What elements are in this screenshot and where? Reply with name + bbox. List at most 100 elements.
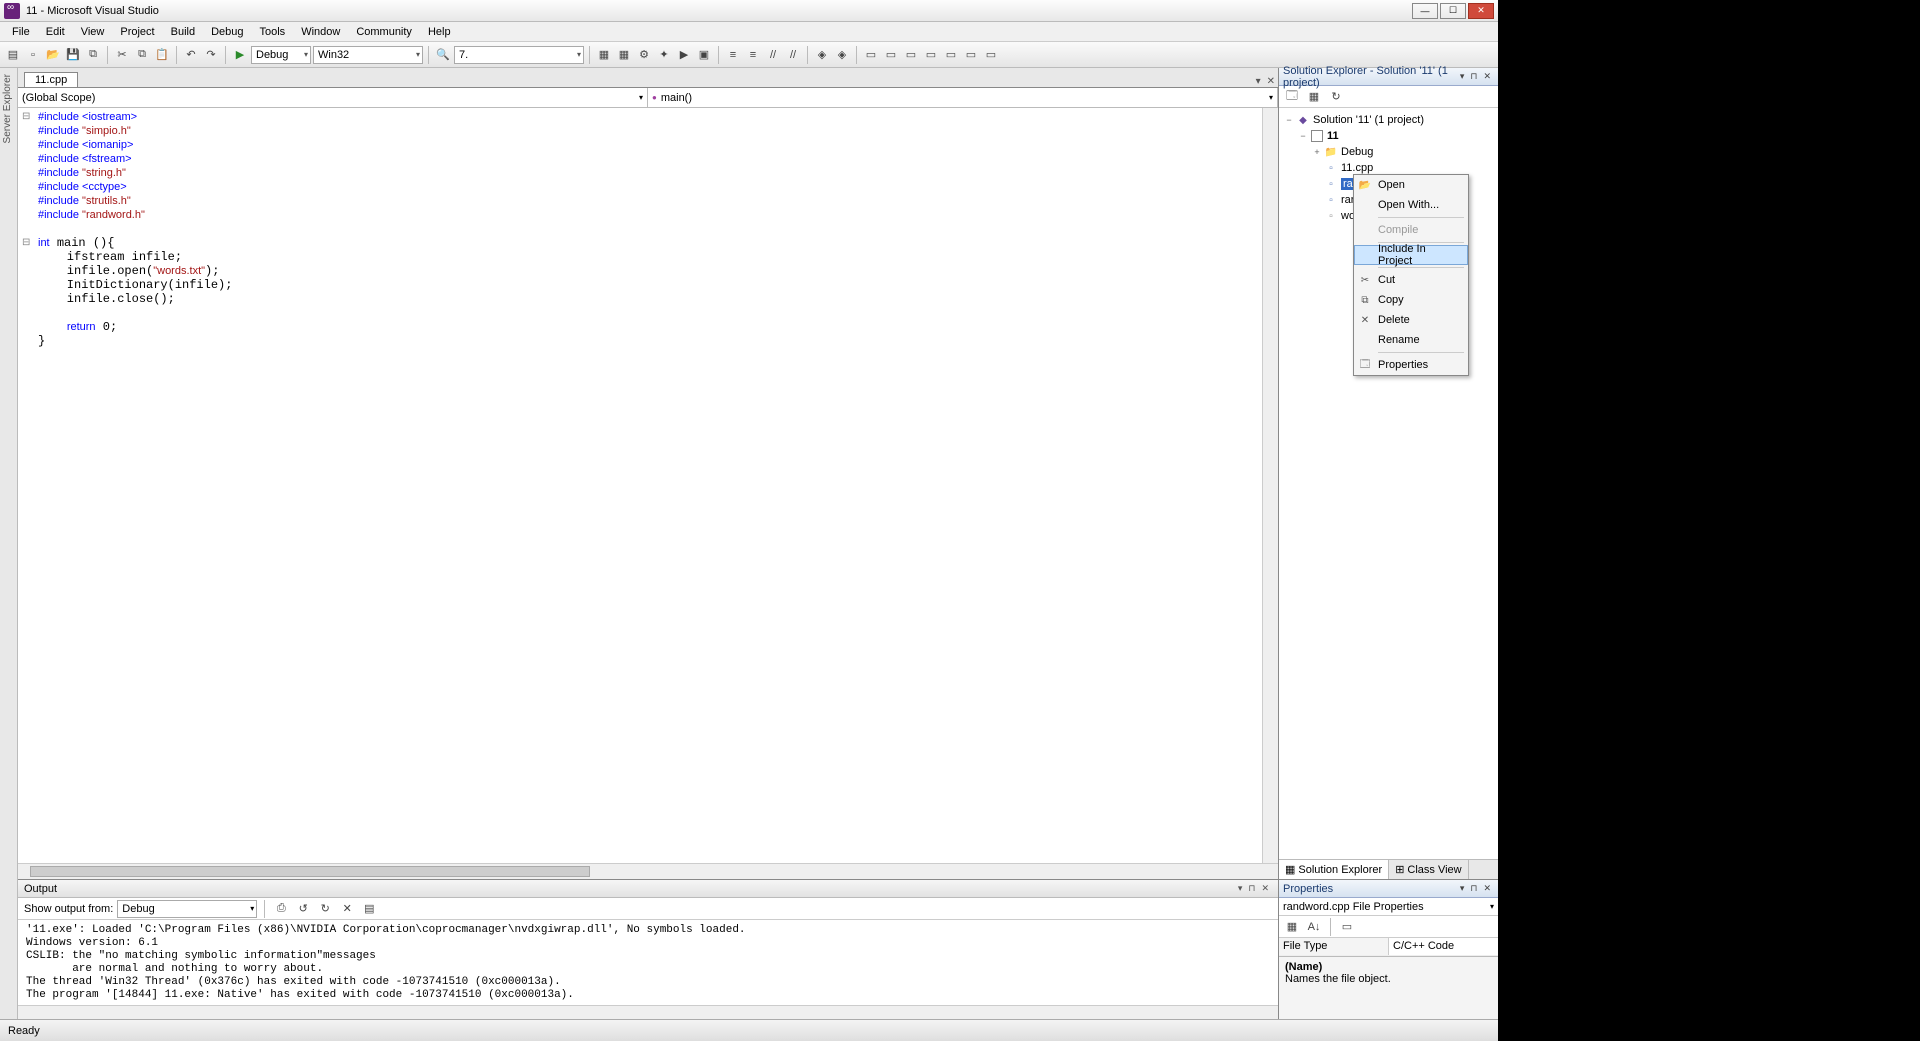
comment-icon[interactable]: // (764, 46, 782, 64)
maximize-button[interactable]: ☐ (1440, 3, 1466, 19)
new-file-icon[interactable]: ▫ (24, 46, 42, 64)
close-button[interactable]: ✕ (1468, 3, 1494, 19)
bookmark-icon[interactable]: ◈ (813, 46, 831, 64)
window-icon-5[interactable]: ▭ (942, 46, 960, 64)
solution-tree[interactable]: −◆Solution '11' (1 project) −11 +📁Debug … (1279, 108, 1498, 859)
save-all-icon[interactable]: ⧉ (84, 46, 102, 64)
output-btn-3[interactable]: ↻ (316, 900, 334, 918)
find-text: 7. (459, 49, 468, 61)
menu-debug[interactable]: Debug (203, 24, 251, 40)
window-icon-7[interactable]: ▭ (982, 46, 1000, 64)
ctx-include-in-project[interactable]: Include In Project (1354, 245, 1468, 265)
output-btn-4[interactable]: ✕ (338, 900, 356, 918)
tb-icon-3[interactable]: ⚙ (635, 46, 653, 64)
se-refresh-icon[interactable]: ↻ (1327, 88, 1345, 106)
window-icon-1[interactable]: ▭ (862, 46, 880, 64)
indent-icon[interactable]: ≡ (724, 46, 742, 64)
menu-tools[interactable]: Tools (252, 24, 294, 40)
statusbar: Ready (0, 1019, 1498, 1041)
bookmark-prev-icon[interactable]: ◈ (833, 46, 851, 64)
ctx-delete[interactable]: ✕Delete (1354, 310, 1468, 330)
menu-help[interactable]: Help (420, 24, 459, 40)
tab-dropdown-icon[interactable]: ▾ (1253, 76, 1264, 87)
platform-combo[interactable]: Win32 (313, 46, 423, 64)
output-btn-5[interactable]: ▤ (360, 900, 378, 918)
se-properties-icon[interactable]: 🗔 (1283, 88, 1301, 106)
menu-edit[interactable]: Edit (38, 24, 73, 40)
ctx-open-with-[interactable]: Open With... (1354, 195, 1468, 215)
ctx-cut[interactable]: ✂Cut (1354, 270, 1468, 290)
ctx-open[interactable]: 📂Open (1354, 175, 1468, 195)
redo-icon[interactable]: ↷ (202, 46, 220, 64)
undo-icon[interactable]: ↶ (182, 46, 200, 64)
scope-combo-right[interactable]: main() (648, 88, 1278, 107)
config-combo[interactable]: Debug (251, 46, 311, 64)
uncomment-icon[interactable]: // (784, 46, 802, 64)
cut-icon[interactable]: ✂ (113, 46, 131, 64)
tree-folder-debug[interactable]: +📁Debug (1283, 144, 1494, 160)
tree-project[interactable]: −11 (1283, 128, 1494, 144)
tab-close-icon[interactable]: ✕ (1264, 76, 1278, 87)
output-btn-1[interactable]: ⎙ (272, 900, 290, 918)
editor-vscroll[interactable] (1262, 108, 1278, 863)
menu-build[interactable]: Build (163, 24, 203, 40)
copy-icon[interactable]: ⧉ (133, 46, 151, 64)
output-show-label: Show output from: (24, 903, 113, 915)
prop-alpha-icon[interactable]: A↓ (1305, 918, 1323, 936)
find-combo[interactable]: 7. (454, 46, 584, 64)
paste-icon[interactable]: 📋 (153, 46, 171, 64)
ctx-compile[interactable]: Compile (1354, 220, 1468, 240)
ctx-rename[interactable]: Rename (1354, 330, 1468, 350)
save-icon[interactable]: 💾 (64, 46, 82, 64)
menu-view[interactable]: View (73, 24, 113, 40)
code-editor[interactable]: ⊟#include <iostream> #include "simpio.h"… (18, 108, 1262, 863)
window-icon-6[interactable]: ▭ (962, 46, 980, 64)
se-tab-class-view[interactable]: ⊞Class View (1389, 860, 1468, 879)
output-dropdown-icon[interactable]: ▾ (1235, 883, 1246, 894)
prop-close-icon[interactable]: ✕ (1480, 883, 1494, 894)
menu-community[interactable]: Community (348, 24, 420, 40)
se-tab-solution-explorer[interactable]: ▦Solution Explorer (1279, 860, 1389, 879)
output-hscroll[interactable] (18, 1005, 1278, 1019)
prop-dropdown-icon[interactable]: ▾ (1457, 883, 1468, 894)
output-pin-icon[interactable]: ⊓ (1245, 883, 1258, 894)
window-icon-3[interactable]: ▭ (902, 46, 920, 64)
menu-window[interactable]: Window (293, 24, 348, 40)
properties-object-combo[interactable]: randword.cpp File Properties (1279, 898, 1498, 916)
find-icon[interactable]: 🔍 (434, 46, 452, 64)
se-dropdown-icon[interactable]: ▾ (1457, 71, 1468, 82)
output-source-combo[interactable]: Debug (117, 900, 257, 918)
server-explorer-tab[interactable]: Server Explorer (0, 68, 15, 149)
open-icon[interactable]: 📂 (44, 46, 62, 64)
ctx-properties[interactable]: 🗔Properties (1354, 355, 1468, 375)
se-pin-icon[interactable]: ⊓ (1467, 71, 1480, 82)
new-project-icon[interactable]: ▤ (4, 46, 22, 64)
output-text[interactable]: '11.exe': Loaded 'C:\Program Files (x86)… (18, 920, 1278, 1005)
menu-file[interactable]: File (4, 24, 38, 40)
editor-hscroll[interactable] (18, 863, 1278, 879)
minimize-button[interactable]: — (1412, 3, 1438, 19)
tree-solution[interactable]: −◆Solution '11' (1 project) (1283, 112, 1494, 128)
prop-desc-text: Names the file object. (1285, 973, 1492, 985)
output-btn-2[interactable]: ↺ (294, 900, 312, 918)
tb-icon-2[interactable]: ▦ (615, 46, 633, 64)
output-close-icon[interactable]: ✕ (1258, 883, 1272, 894)
prop-categorized-icon[interactable]: ▦ (1283, 918, 1301, 936)
tb-icon-5[interactable]: ▶ (675, 46, 693, 64)
window-icon-2[interactable]: ▭ (882, 46, 900, 64)
prop-pages-icon[interactable]: ▭ (1338, 918, 1356, 936)
start-debug-icon[interactable]: ▶ (231, 46, 249, 64)
tb-icon-4[interactable]: ✦ (655, 46, 673, 64)
ctx-copy[interactable]: ⧉Copy (1354, 290, 1468, 310)
tb-icon-6[interactable]: ▣ (695, 46, 713, 64)
tb-icon-1[interactable]: ▦ (595, 46, 613, 64)
prop-pin-icon[interactable]: ⊓ (1467, 883, 1480, 894)
menu-project[interactable]: Project (112, 24, 162, 40)
se-close-icon[interactable]: ✕ (1480, 71, 1494, 82)
se-showall-icon[interactable]: ▦ (1305, 88, 1323, 106)
doc-tab-11cpp[interactable]: 11.cpp (24, 72, 78, 87)
prop-row-filetype[interactable]: File Type C/C++ Code (1279, 938, 1498, 956)
outdent-icon[interactable]: ≡ (744, 46, 762, 64)
window-icon-4[interactable]: ▭ (922, 46, 940, 64)
scope-combo-left[interactable]: (Global Scope) (18, 88, 648, 107)
